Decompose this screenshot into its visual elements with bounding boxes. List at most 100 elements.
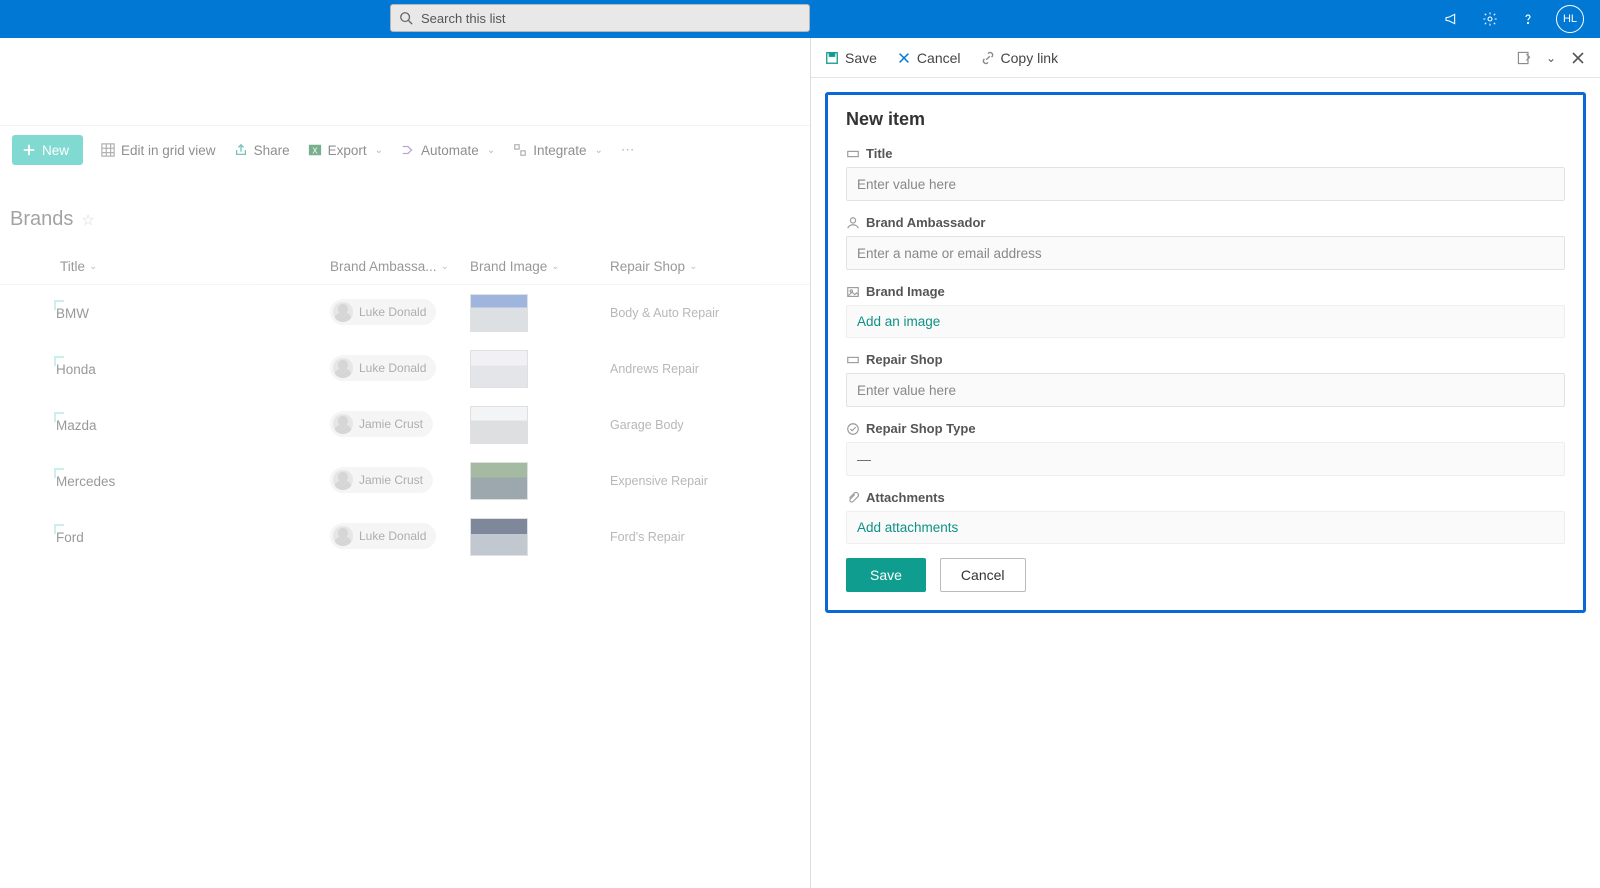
field-title: Title [846, 146, 1565, 201]
edit-grid-button[interactable]: Edit in grid view [101, 143, 216, 158]
edit-grid-label: Edit in grid view [121, 143, 216, 158]
flow-icon [401, 143, 415, 157]
table-row[interactable]: Ford Luke Donald Ford's Repair [0, 509, 810, 565]
image-thumbnail[interactable] [470, 462, 528, 500]
chevron-down-icon: ⌄ [595, 145, 603, 156]
cell-ambassador: Luke Donald [330, 355, 470, 383]
cell-shop: Garage Body [610, 418, 810, 432]
page-header-spacer [0, 38, 810, 126]
cell-shop: Ford's Repair [610, 530, 810, 544]
cell-ambassador: Luke Donald [330, 299, 470, 327]
favorite-star-icon[interactable]: ☆ [81, 211, 94, 229]
image-thumbnail[interactable] [470, 350, 528, 388]
table-row[interactable]: Mercedes Jamie Crust Expensive Repair [0, 453, 810, 509]
image-thumbnail[interactable] [470, 518, 528, 556]
cell-image [470, 518, 610, 556]
chevron-down-icon[interactable]: ⌄ [1546, 51, 1556, 65]
suite-bar: Search this list HL [0, 0, 1600, 38]
cell-title: Honda [56, 362, 330, 377]
add-attachments-link[interactable]: Add attachments [846, 511, 1565, 544]
field-image-label: Brand Image [866, 284, 945, 299]
panel-cancel-button[interactable]: Cancel [897, 50, 961, 66]
search-box[interactable]: Search this list [390, 4, 810, 32]
chevron-down-icon: ⌄ [551, 261, 559, 272]
table-row[interactable]: Mazda Jamie Crust Garage Body [0, 397, 810, 453]
link-icon [981, 51, 995, 65]
field-shop-type-label: Repair Shop Type [866, 421, 976, 436]
new-item-panel: Save Cancel Copy link [810, 38, 1600, 888]
gear-icon[interactable] [1480, 9, 1500, 29]
command-bar: New Edit in grid view Share [0, 126, 810, 174]
person-chip[interactable]: Luke Donald [330, 355, 436, 381]
svg-text:X: X [312, 147, 318, 156]
person-chip[interactable]: Jamie Crust [330, 411, 433, 437]
panel-copylink-button[interactable]: Copy link [981, 50, 1059, 66]
excel-icon: X [308, 143, 322, 157]
person-icon [846, 216, 860, 230]
export-button[interactable]: X Export ⌄ [308, 143, 383, 158]
more-button[interactable]: ⋯ [621, 142, 635, 158]
avatar[interactable]: HL [1556, 5, 1584, 33]
form-edit-icon[interactable] [1516, 50, 1532, 66]
table-row[interactable]: Honda Luke Donald Andrews Repair [0, 341, 810, 397]
table-row[interactable]: BMW Luke Donald Body & Auto Repair [0, 285, 810, 341]
chevron-down-icon: ⌄ [441, 261, 449, 272]
person-chip[interactable]: Luke Donald [330, 299, 436, 325]
save-button[interactable]: Save [846, 558, 926, 592]
main-list-area: New Edit in grid view Share [0, 38, 810, 888]
repair-shop-input[interactable] [846, 373, 1565, 407]
text-field-icon [846, 147, 860, 161]
integrate-icon [513, 143, 527, 157]
field-shop-label: Repair Shop [866, 352, 943, 367]
suite-right-controls: HL [1442, 5, 1590, 33]
person-avatar [333, 302, 353, 322]
chevron-down-icon: ⌄ [689, 261, 697, 272]
grid-icon [101, 143, 115, 157]
column-header-shop[interactable]: Repair Shop ⌄ [610, 259, 790, 274]
new-button[interactable]: New [12, 135, 83, 165]
megaphone-icon[interactable] [1442, 9, 1462, 29]
panel-copylink-label: Copy link [1001, 50, 1059, 66]
share-icon [234, 143, 248, 157]
title-input[interactable] [846, 167, 1565, 201]
automate-button[interactable]: Automate ⌄ [401, 143, 495, 158]
image-thumbnail[interactable] [470, 294, 528, 332]
integrate-button[interactable]: Integrate ⌄ [513, 143, 603, 158]
ambassador-input[interactable] [846, 236, 1565, 270]
save-icon [825, 51, 839, 65]
column-headers: Title ⌄ Brand Ambassa... ⌄ Brand Image ⌄… [0, 231, 810, 285]
choice-icon [846, 422, 860, 436]
person-avatar [333, 358, 353, 378]
cell-ambassador: Jamie Crust [330, 411, 470, 439]
field-ambassador-label: Brand Ambassador [866, 215, 985, 230]
new-item-form: New item Title Brand Ambassador [825, 92, 1586, 613]
new-button-label: New [42, 143, 69, 158]
cell-title: BMW [56, 306, 330, 321]
cell-shop: Andrews Repair [610, 362, 810, 376]
cell-image [470, 406, 610, 444]
cell-image [470, 294, 610, 332]
field-attachments-label: Attachments [866, 490, 945, 505]
image-thumbnail[interactable] [470, 406, 528, 444]
list-title: Brands [10, 208, 73, 231]
help-icon[interactable] [1518, 9, 1538, 29]
close-panel-icon[interactable] [1570, 50, 1586, 66]
person-chip[interactable]: Jamie Crust [330, 467, 433, 493]
field-attachments: Attachments Add attachments [846, 490, 1565, 544]
repair-shop-type-select[interactable]: — [846, 442, 1565, 476]
panel-save-button[interactable]: Save [825, 50, 877, 66]
add-image-link[interactable]: Add an image [846, 305, 1565, 338]
cell-title: Mercedes [56, 474, 330, 489]
cell-title: Mazda [56, 418, 330, 433]
cell-shop: Expensive Repair [610, 474, 810, 488]
cancel-button[interactable]: Cancel [940, 558, 1026, 592]
column-header-title[interactable]: Title ⌄ [60, 259, 330, 274]
close-icon [897, 51, 911, 65]
plus-icon [22, 143, 36, 157]
share-button[interactable]: Share [234, 143, 290, 158]
cell-title: Ford [56, 530, 330, 545]
column-header-image[interactable]: Brand Image ⌄ [470, 259, 610, 274]
person-chip[interactable]: Luke Donald [330, 523, 436, 549]
column-header-ambassador[interactable]: Brand Ambassa... ⌄ [330, 259, 470, 274]
cell-image [470, 350, 610, 388]
